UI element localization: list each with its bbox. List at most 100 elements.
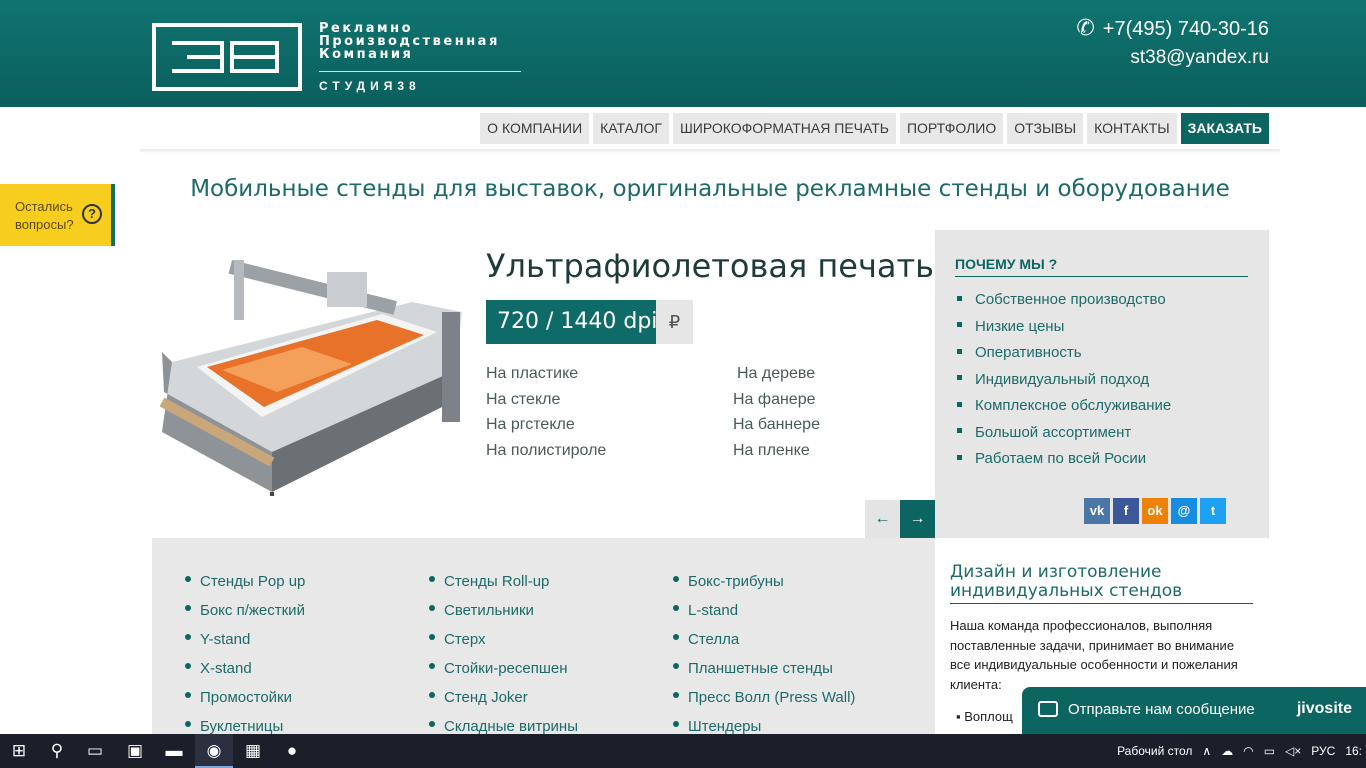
catalog-panel: Стенды Pop up Бокс п/жесткий Y-stand X-s… [152,538,935,738]
app-icon[interactable]: ▣ [116,734,154,768]
catalog-link[interactable]: Пресс Волл (Press Wall) [673,683,855,712]
ruble-icon: ₽ [656,300,693,344]
windows-taskbar: ⊞ ⚲ ▭ ▣ ▬ ◉ ▦ ● Рабочий стол ∧ ☁ ◠ ▭ ◁× … [0,734,1366,768]
why-us-divider [955,276,1248,277]
nav-wide-format-print[interactable]: ШИРОКОФОРМАТНАЯ ПЕЧАТЬ [672,113,896,144]
battery-icon[interactable]: ▭ [1264,744,1275,758]
slider-prev-button[interactable]: ← [865,500,900,538]
catalog-link[interactable]: Стерх [429,625,578,654]
chrome-icon[interactable]: ◉ [195,734,233,768]
why-us-item: Большой ассортимент [957,420,1171,447]
header-phone[interactable]: ✆ +7(495) 740-30-16 [1076,15,1269,41]
why-us-item: Комплексное обслуживание [957,393,1171,420]
catalog-col-2: Стенды Roll-up Светильники Стерх Стойки-… [429,567,578,741]
catalog-link[interactable]: L-stand [673,596,855,625]
message-icon [1038,701,1058,717]
nav-shadow [140,149,1280,153]
language-indicator[interactable]: РУС [1311,744,1335,758]
calculator-icon[interactable]: ▦ [234,734,272,768]
jivosite-chat-widget[interactable]: Отправьте нам сообщение jivosite [1022,687,1366,734]
material-item: На полистироле [486,441,607,459]
why-us-item: Индивидуальный подход [957,367,1171,394]
questions-line-2: вопросы? [15,217,74,232]
search-icon[interactable]: ⚲ [38,734,76,768]
chevron-up-icon[interactable]: ∧ [1202,744,1211,758]
catalog-link[interactable]: Стойки-ресепшен [429,654,578,683]
nav-portfolio[interactable]: ПОРТФОЛИО [899,113,1004,144]
nav-about[interactable]: О КОМПАНИИ [480,113,590,144]
custom-stands-title: Дизайн и изготовление индивидуальных сте… [950,562,1183,601]
catalog-link[interactable]: Светильники [429,596,578,625]
site-header: Рекламно Производственная Компания СТУДИ… [0,0,1366,107]
catalog-link[interactable]: Стелла [673,625,855,654]
twitter-icon[interactable]: t [1200,498,1226,524]
material-item: На баннере [733,416,820,433]
material-item: На дереве [737,365,816,382]
main-nav: О КОМПАНИИ КАТАЛОГ ШИРОКОФОРМАТНАЯ ПЕЧАТ… [480,113,1269,144]
vk-icon[interactable]: vk [1084,498,1110,524]
material-item: На стекле [486,390,561,408]
system-tray: Рабочий стол ∧ ☁ ◠ ▭ ◁× РУС 16: [1117,734,1366,768]
why-us-item: Собственное производство [957,287,1171,314]
nav-contacts[interactable]: КОНТАКТЫ [1087,113,1177,144]
nav-reviews[interactable]: ОТЗЫВЫ [1007,113,1084,144]
phone-icon: ✆ [1076,15,1095,40]
custom-stands-section: Дизайн и изготовление индивидуальных сте… [950,562,1254,724]
uv-printer-image [159,260,462,496]
catalog-link[interactable]: Стенды Roll-up [429,567,578,596]
why-us-panel: ПОЧЕМУ МЫ ? Собственное производство Низ… [935,230,1269,538]
catalog-link[interactable]: Промостойки [185,683,305,712]
catalog-link[interactable]: Бокс-трибуны [673,567,855,596]
clock[interactable]: 16: [1345,744,1362,758]
chat-brand: jivosite [1296,700,1352,717]
materials-col-1: На пластике На стекле На ргстекле На пол… [486,361,606,463]
volume-icon[interactable]: ◁× [1285,744,1301,758]
logo-divider [319,71,521,72]
materials-col-2: На дереве На фанере На баннере На пленке [733,361,820,463]
slider-next-button[interactable]: → [900,500,935,538]
custom-stands-bullet: ▪ Воплощ [956,709,1013,724]
question-icon: ? [82,204,102,224]
catalog-link[interactable]: Стенд Joker [429,683,578,712]
nav-catalog[interactable]: КАТАЛОГ [593,113,669,144]
phone-number[interactable]: +7(495) 740-30-16 [1103,18,1269,40]
material-item: На ргстекле [486,416,575,433]
catalog-link[interactable]: X-stand [185,654,305,683]
catalog-link[interactable]: Стенды Pop up [185,567,305,596]
catalog-link[interactable]: Y-stand [185,625,305,654]
why-us-item: Оперативность [957,340,1171,367]
social-links: vk f ok @ t [1084,498,1226,524]
cloud-icon[interactable]: ☁ [1221,744,1233,758]
hero-title: Ультрафиолетовая печать [486,247,934,285]
custom-stands-divider [950,603,1253,604]
nav-order[interactable]: ЗАКАЗАТЬ [1180,113,1269,144]
header-email[interactable]: st38@yandex.ru [1130,47,1269,69]
catalog-col-3: Бокс-трибуны L-stand Стелла Планшетные с… [673,567,855,741]
catalog-link[interactable]: Планшетные стенды [673,654,855,683]
moimir-icon[interactable]: @ [1171,498,1197,524]
why-us-list: Собственное производство Низкие цены Опе… [957,287,1171,473]
catalog-col-1: Стенды Pop up Бокс п/жесткий Y-stand X-s… [185,567,305,741]
why-us-title: ПОЧЕМУ МЫ ? [955,256,1058,272]
logo-line-3: Компания [319,47,414,62]
chat-label: Отправьте нам сообщение [1068,701,1255,718]
material-item: На пленке [733,441,810,459]
wifi-icon[interactable]: ◠ [1243,744,1253,758]
logo-subtitle: СТУДИЯ38 [319,79,421,93]
task-view-icon[interactable]: ▭ [76,734,114,768]
material-item: На фанере [733,390,816,408]
odnoklassniki-icon[interactable]: ok [1142,498,1168,524]
custom-stands-bullet-text: Воплощ [964,709,1013,724]
catalog-link[interactable]: Бокс п/жесткий [185,596,305,625]
studio38-logo[interactable] [152,23,302,91]
material-item: На пластике [486,365,579,382]
facebook-icon[interactable]: f [1113,498,1139,524]
file-explorer-icon[interactable]: ▬ [155,734,193,768]
dpi-badge: 720 / 1440 dpi [486,300,669,344]
why-us-item: Работаем по всей Росии [957,446,1171,473]
why-us-item: Низкие цены [957,314,1171,341]
desktop-label[interactable]: Рабочий стол [1117,744,1192,758]
page-title: Мобильные стенды для выставок, оригиналь… [190,176,1230,202]
1c-icon[interactable]: ● [273,734,311,768]
windows-start-icon[interactable]: ⊞ [0,734,38,768]
